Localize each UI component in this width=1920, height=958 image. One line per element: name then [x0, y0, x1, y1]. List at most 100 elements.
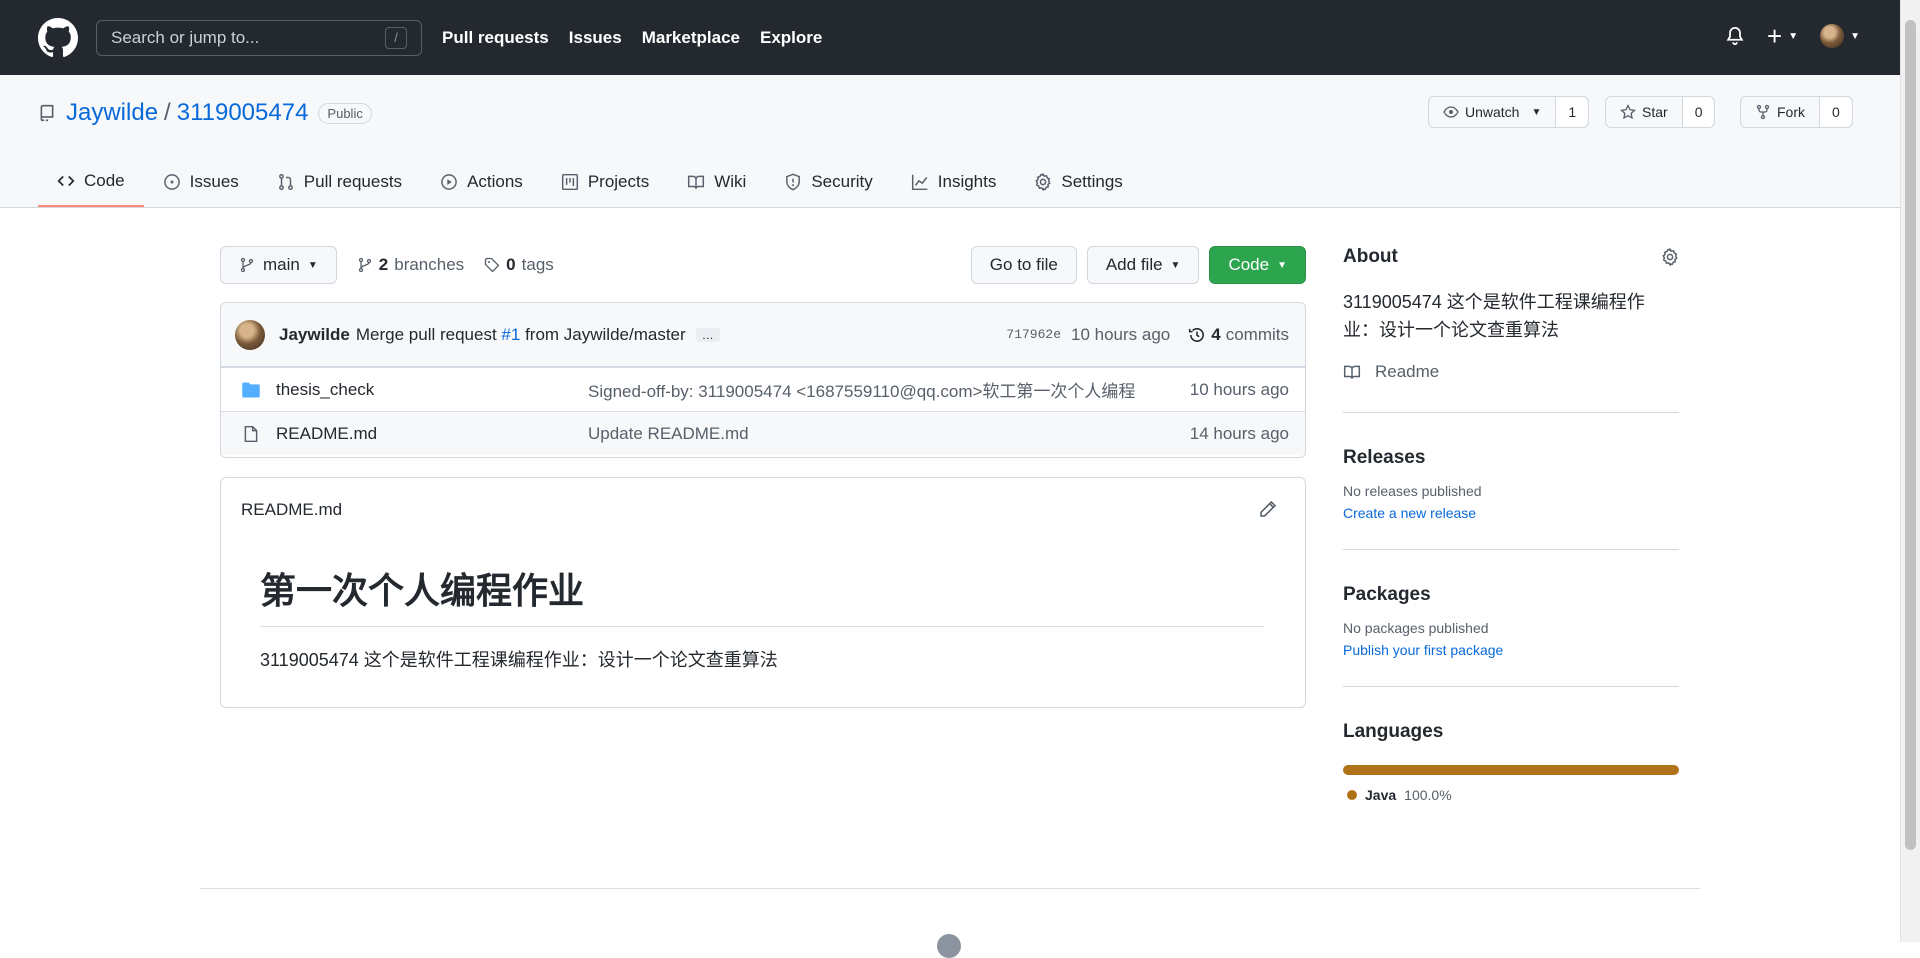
- code-icon: [57, 175, 75, 187]
- file-commit-message[interactable]: Update README.md: [588, 424, 749, 444]
- tab-label: Projects: [587, 172, 650, 191]
- tab-label: Settings: [1061, 172, 1123, 191]
- star-button-group: Star 0: [1605, 96, 1716, 128]
- repo-name-link[interactable]: 3119005474: [177, 99, 309, 127]
- nav-explore[interactable]: Explore: [760, 28, 822, 48]
- tags-label: tags: [521, 255, 554, 274]
- readme-link-label: Readme: [1375, 362, 1440, 381]
- repo-header: Jaywilde / 3119005474 Public Unwatch ▼ 1…: [0, 75, 1900, 208]
- readme-body: 3119005474 这个是软件工程课编程作业：设计一个论文查重算法: [260, 650, 778, 670]
- branch-name: main: [263, 255, 300, 274]
- language-item[interactable]: Java 100.0%: [1343, 787, 1679, 803]
- language-color-dot: [1347, 790, 1357, 800]
- star-count[interactable]: 0: [1682, 97, 1715, 127]
- unwatch-label: Unwatch: [1465, 104, 1520, 120]
- tab-code[interactable]: Code: [38, 157, 144, 207]
- chevron-down-icon: ▼: [1850, 30, 1860, 42]
- nav-issues[interactable]: Issues: [569, 28, 622, 48]
- search-shortcut-key: /: [385, 26, 407, 49]
- github-logo-icon[interactable]: [38, 17, 78, 58]
- commit-sha[interactable]: 717962e: [1006, 327, 1061, 342]
- commit-message: Merge pull request #1 from Jaywilde/mast…: [356, 325, 686, 345]
- commits-link[interactable]: 4 commits: [1188, 325, 1289, 345]
- watch-button-group: Unwatch ▼ 1: [1428, 96, 1590, 128]
- create-new-button[interactable]: + ▼: [1767, 21, 1799, 51]
- tab-issues[interactable]: Issues: [144, 157, 258, 207]
- avatar[interactable]: [235, 319, 265, 350]
- tag-icon: [485, 257, 500, 273]
- tab-insights[interactable]: Insights: [892, 157, 1016, 207]
- tab-actions[interactable]: Actions: [421, 157, 542, 207]
- file-row[interactable]: README.md Update README.md 14 hours ago: [221, 411, 1305, 455]
- about-description: 3119005474 这个是软件工程课编程作业：设计一个论文查重算法: [1343, 292, 1645, 340]
- go-to-file-button[interactable]: Go to file: [970, 246, 1077, 284]
- star-button[interactable]: Star: [1606, 97, 1683, 127]
- releases-section: Releases No releases published Create a …: [1343, 412, 1679, 521]
- create-release-link[interactable]: Create a new release: [1343, 505, 1679, 521]
- commit-author[interactable]: Jaywilde: [279, 325, 350, 345]
- user-menu-button[interactable]: ▼: [1820, 24, 1860, 48]
- file-commit-time: 14 hours ago: [1189, 423, 1289, 443]
- file-name[interactable]: README.md: [276, 424, 588, 444]
- visibility-badge: Public: [318, 102, 372, 124]
- commits-label: commits: [1225, 324, 1289, 344]
- github-logo-icon[interactable]: [937, 934, 961, 958]
- gear-icon[interactable]: [1661, 248, 1679, 266]
- expand-commit-button[interactable]: …: [695, 327, 720, 342]
- publish-package-link[interactable]: Publish your first package: [1343, 642, 1679, 658]
- tab-wiki[interactable]: Wiki: [668, 157, 765, 207]
- file-row[interactable]: thesis_check Signed-off-by: 3119005474 <…: [221, 367, 1305, 411]
- tab-security[interactable]: Security: [765, 157, 891, 207]
- nav-pull-requests[interactable]: Pull requests: [442, 28, 549, 48]
- readme-heading: 第一次个人编程作业: [260, 562, 1264, 627]
- tab-projects[interactable]: Projects: [542, 157, 668, 207]
- readme-panel: README.md 第一次个人编程作业 3119005474 这个是软件工程课编…: [220, 477, 1306, 708]
- fork-count[interactable]: 0: [1820, 97, 1852, 127]
- page-scrollbar[interactable]: [1900, 0, 1920, 942]
- footer-divider: [200, 888, 1700, 889]
- repo-owner-link[interactable]: Jaywilde: [66, 99, 158, 127]
- commit-time: 10 hours ago: [1071, 324, 1171, 344]
- file-name[interactable]: thesis_check: [276, 380, 588, 400]
- issue-icon: [163, 174, 180, 190]
- bell-icon[interactable]: [1725, 26, 1745, 46]
- watch-count[interactable]: 1: [1556, 97, 1589, 127]
- about-title: About: [1343, 246, 1398, 267]
- project-icon: [561, 173, 578, 191]
- tab-pull-requests[interactable]: Pull requests: [258, 157, 421, 207]
- scrollbar-thumb[interactable]: [1905, 20, 1916, 850]
- tab-label: Insights: [937, 172, 997, 191]
- star-icon: [1620, 104, 1636, 120]
- chevron-down-icon: ▼: [1170, 259, 1181, 271]
- tags-link[interactable]: 0 tags: [484, 255, 554, 275]
- add-file-button[interactable]: Add file ▼: [1086, 246, 1200, 284]
- branch-icon: [240, 257, 254, 273]
- fork-button[interactable]: Fork: [1741, 97, 1820, 127]
- releases-empty-text: No releases published: [1343, 483, 1482, 499]
- file-commit-message[interactable]: Signed-off-by: 3119005474 <1687559110@qq…: [588, 377, 1135, 402]
- pencil-icon[interactable]: [1259, 500, 1277, 518]
- readme-filename[interactable]: README.md: [241, 500, 342, 520]
- about-header: About: [1343, 246, 1679, 268]
- tab-label: Actions: [467, 172, 523, 191]
- code-button[interactable]: Code ▼: [1209, 246, 1306, 284]
- pull-request-link[interactable]: #1: [501, 325, 520, 344]
- language-percent: 100.0%: [1404, 787, 1452, 803]
- chevron-down-icon: ▼: [1788, 30, 1799, 42]
- search-input[interactable]: Search or jump to... /: [96, 19, 422, 56]
- eye-icon: [1443, 106, 1459, 118]
- branches-link[interactable]: 2 branches: [357, 255, 464, 275]
- releases-title[interactable]: Releases: [1343, 447, 1679, 469]
- nav-marketplace[interactable]: Marketplace: [642, 28, 740, 48]
- latest-commit-row: Jaywilde Merge pull request #1 from Jayw…: [221, 303, 1305, 367]
- branch-select-button[interactable]: main ▼: [220, 246, 337, 284]
- tab-label: Issues: [189, 172, 239, 191]
- tab-settings[interactable]: Settings: [1015, 157, 1141, 207]
- packages-section: Packages No packages published Publish y…: [1343, 549, 1679, 658]
- plus-icon: +: [1767, 21, 1783, 51]
- unwatch-button[interactable]: Unwatch ▼: [1429, 97, 1557, 127]
- readme-link[interactable]: Readme: [1343, 362, 1679, 382]
- packages-title[interactable]: Packages: [1343, 584, 1679, 606]
- fork-icon: [1756, 104, 1770, 120]
- folder-icon: [242, 382, 260, 397]
